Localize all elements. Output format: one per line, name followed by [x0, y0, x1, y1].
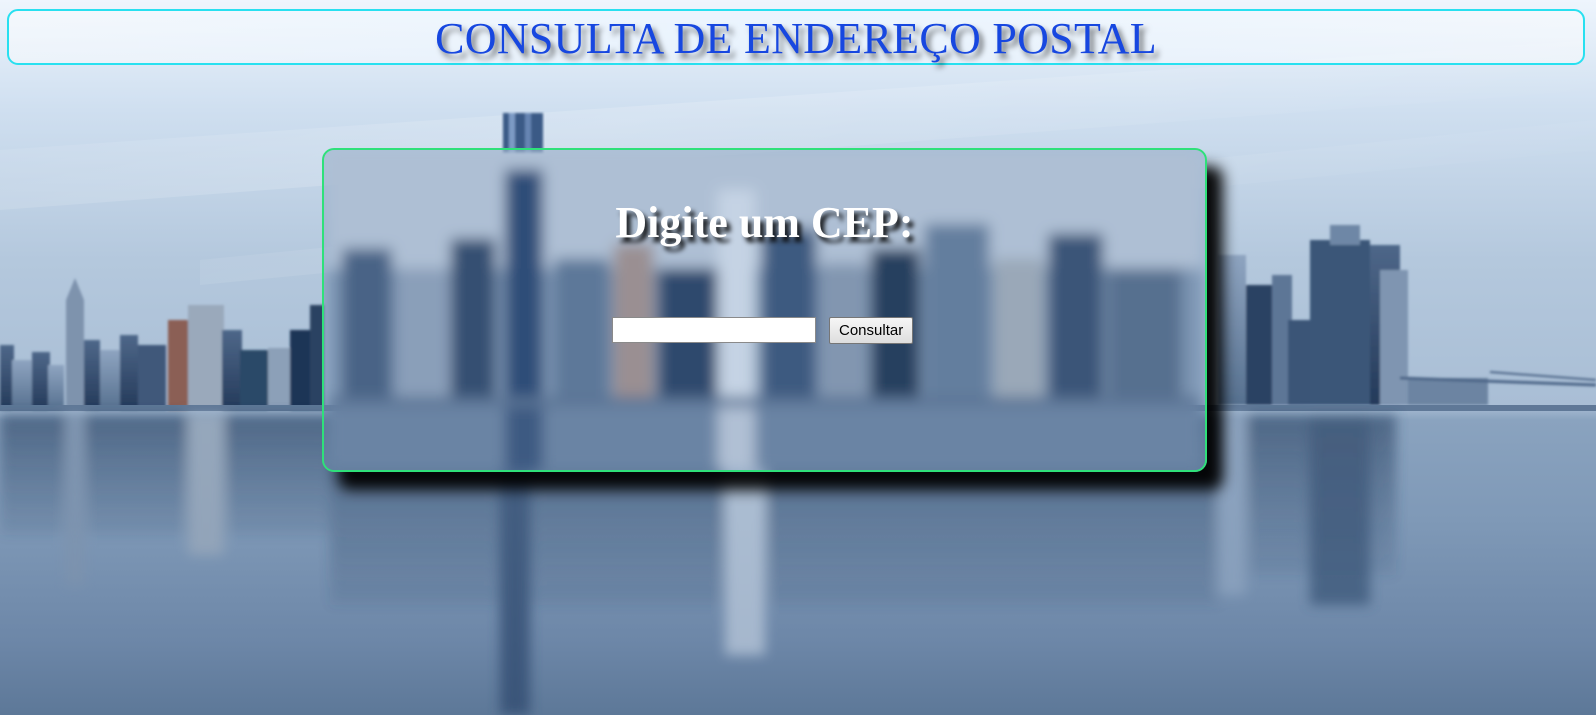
- page-title: CONSULTA DE ENDEREÇO POSTAL: [435, 14, 1157, 63]
- header-banner: CONSULTA DE ENDEREÇO POSTAL: [7, 9, 1585, 65]
- cep-form: Consultar: [612, 316, 914, 344]
- cep-input[interactable]: [612, 317, 816, 343]
- consultar-button[interactable]: Consultar: [829, 316, 914, 344]
- cep-search-card: Digite um CEP: Consultar: [322, 148, 1207, 472]
- cep-prompt-heading: Digite um CEP:: [615, 198, 914, 247]
